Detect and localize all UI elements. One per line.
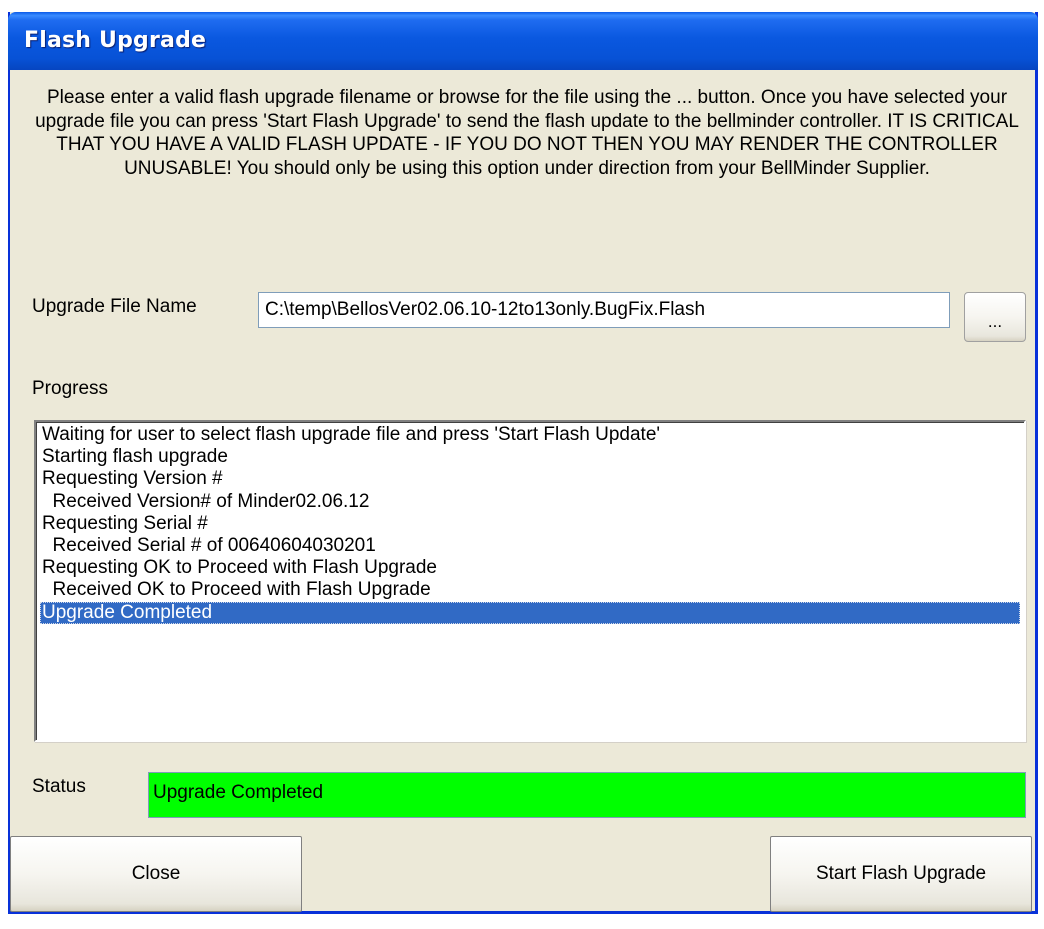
upgrade-file-name-label: Upgrade File Name: [32, 296, 197, 317]
start-flash-upgrade-button[interactable]: Start Flash Upgrade: [770, 836, 1032, 912]
instructions-text: Please enter a valid flash upgrade filen…: [35, 87, 1019, 179]
list-item[interactable]: Requesting Version #: [40, 468, 1020, 490]
title-bar[interactable]: Flash Upgrade: [8, 12, 1038, 70]
list-item[interactable]: Received Version# of Minder02.06.12: [40, 491, 1020, 513]
flash-upgrade-dialog: Flash Upgrade Please enter a valid flash…: [8, 12, 1038, 914]
progress-listbox[interactable]: Waiting for user to select flash upgrade…: [34, 420, 1026, 742]
list-item[interactable]: Upgrade Completed: [40, 601, 1020, 624]
list-item[interactable]: Received OK to Proceed with Flash Upgrad…: [40, 579, 1020, 601]
status-label: Status: [32, 776, 86, 797]
list-item[interactable]: Requesting OK to Proceed with Flash Upgr…: [40, 557, 1020, 579]
list-item[interactable]: Requesting Serial #: [40, 513, 1020, 535]
upgrade-file-name-input[interactable]: [258, 292, 950, 328]
progress-label: Progress: [32, 378, 109, 399]
status-field: Upgrade Completed: [148, 772, 1026, 818]
list-item[interactable]: Waiting for user to select flash upgrade…: [40, 424, 1020, 446]
window-title: Flash Upgrade: [24, 28, 207, 53]
close-button[interactable]: Close: [10, 836, 302, 912]
browse-button[interactable]: ...: [964, 292, 1026, 342]
list-item[interactable]: Starting flash upgrade: [40, 446, 1020, 468]
list-item[interactable]: Received Serial # of 00640604030201: [40, 535, 1020, 557]
